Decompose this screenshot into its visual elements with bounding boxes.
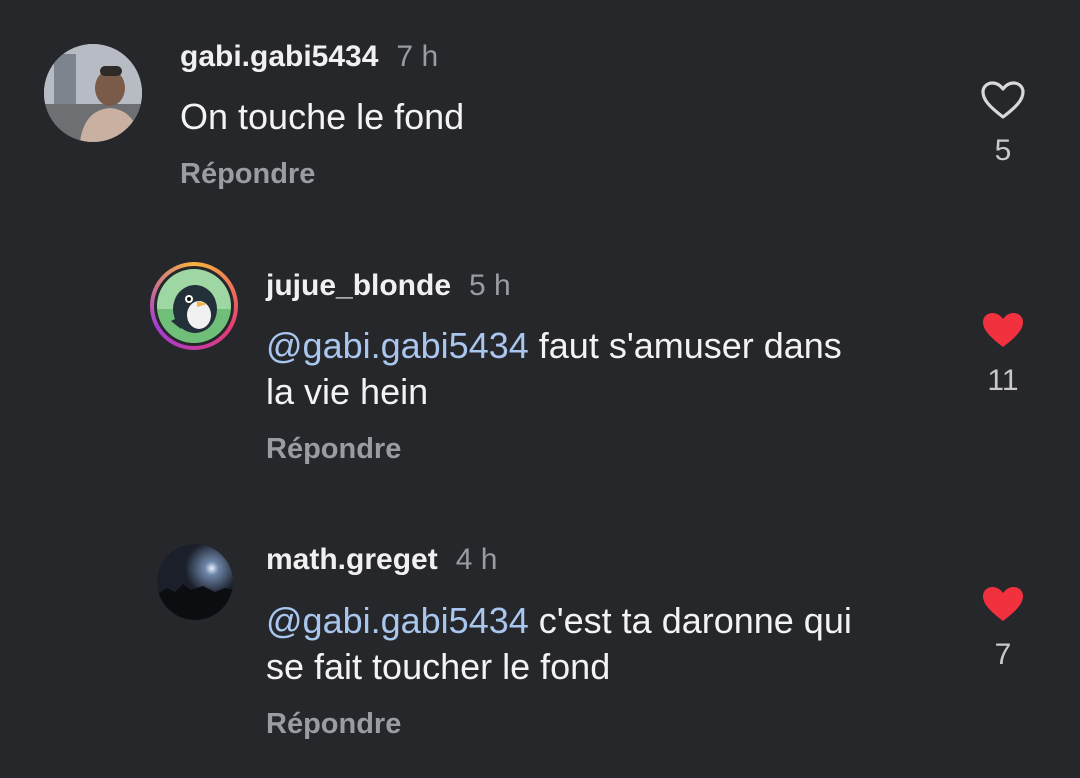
like-count: 11 — [987, 364, 1019, 397]
like-button[interactable]: 7 — [973, 584, 1033, 672]
comment-text-line-2: la vie hein — [266, 371, 429, 412]
comment-text-line: faut s'amuser dans — [528, 325, 842, 366]
mention-link[interactable]: @gabi.gabi5434 — [266, 600, 529, 641]
comment-item: math.greget 4 h @gabi.gabi5434 c'est ta d… — [0, 520, 1080, 778]
comment-item: jujue_blonde 5 h @gabi.gabi5434 faut s'am… — [0, 230, 1080, 520]
comment-item: gabi.gabi5434 7 h On touche le fond Répon… — [0, 0, 1080, 230]
mention-link[interactable]: @gabi.gabi5434 — [266, 325, 529, 366]
avatar-penguin-cartoon-icon — [157, 269, 231, 343]
username-text[interactable]: math.greget — [266, 543, 438, 576]
comment-text-line: c'est ta daronne qui — [528, 600, 852, 641]
comment-text: @gabi.gabi5434 c'est ta daronne qui — [266, 598, 852, 644]
comment-text: @gabi.gabi5434 faut s'amuser dans — [266, 323, 842, 369]
heart-filled-icon — [983, 587, 1023, 621]
comment-username[interactable]: gabi.gabi5434 7 h — [180, 40, 438, 74]
reply-button[interactable]: Répondre — [266, 433, 401, 466]
avatar[interactable] — [150, 262, 238, 350]
like-count: 5 — [994, 134, 1012, 167]
comment-time: 4 h — [455, 543, 498, 576]
heart-outline-icon — [981, 81, 1025, 119]
like-count: 7 — [994, 638, 1012, 671]
comment-username[interactable]: jujue_blonde 5 h — [266, 269, 511, 303]
comment-time: 7 h — [396, 40, 439, 73]
comment-time: 5 h — [469, 269, 511, 302]
like-button[interactable]: 5 — [973, 80, 1033, 168]
reply-button[interactable]: Répondre — [180, 158, 315, 191]
avatar[interactable] — [157, 544, 233, 620]
reply-button[interactable]: Répondre — [266, 708, 401, 741]
comment-text-line: On touche le fond — [180, 96, 465, 137]
username-text[interactable]: gabi.gabi5434 — [180, 40, 378, 73]
comment-text-line-2: se fait toucher le fond — [266, 646, 611, 687]
comment-text: On touche le fond — [180, 94, 464, 140]
heart-filled-icon — [983, 313, 1023, 347]
avatar-night-sky-icon — [157, 544, 233, 620]
like-button[interactable]: 11 — [973, 310, 1033, 398]
username-text[interactable]: jujue_blonde — [266, 269, 451, 302]
avatar-man-photo-icon — [44, 44, 142, 142]
comment-username[interactable]: math.greget 4 h — [266, 543, 497, 577]
avatar[interactable] — [44, 44, 142, 142]
